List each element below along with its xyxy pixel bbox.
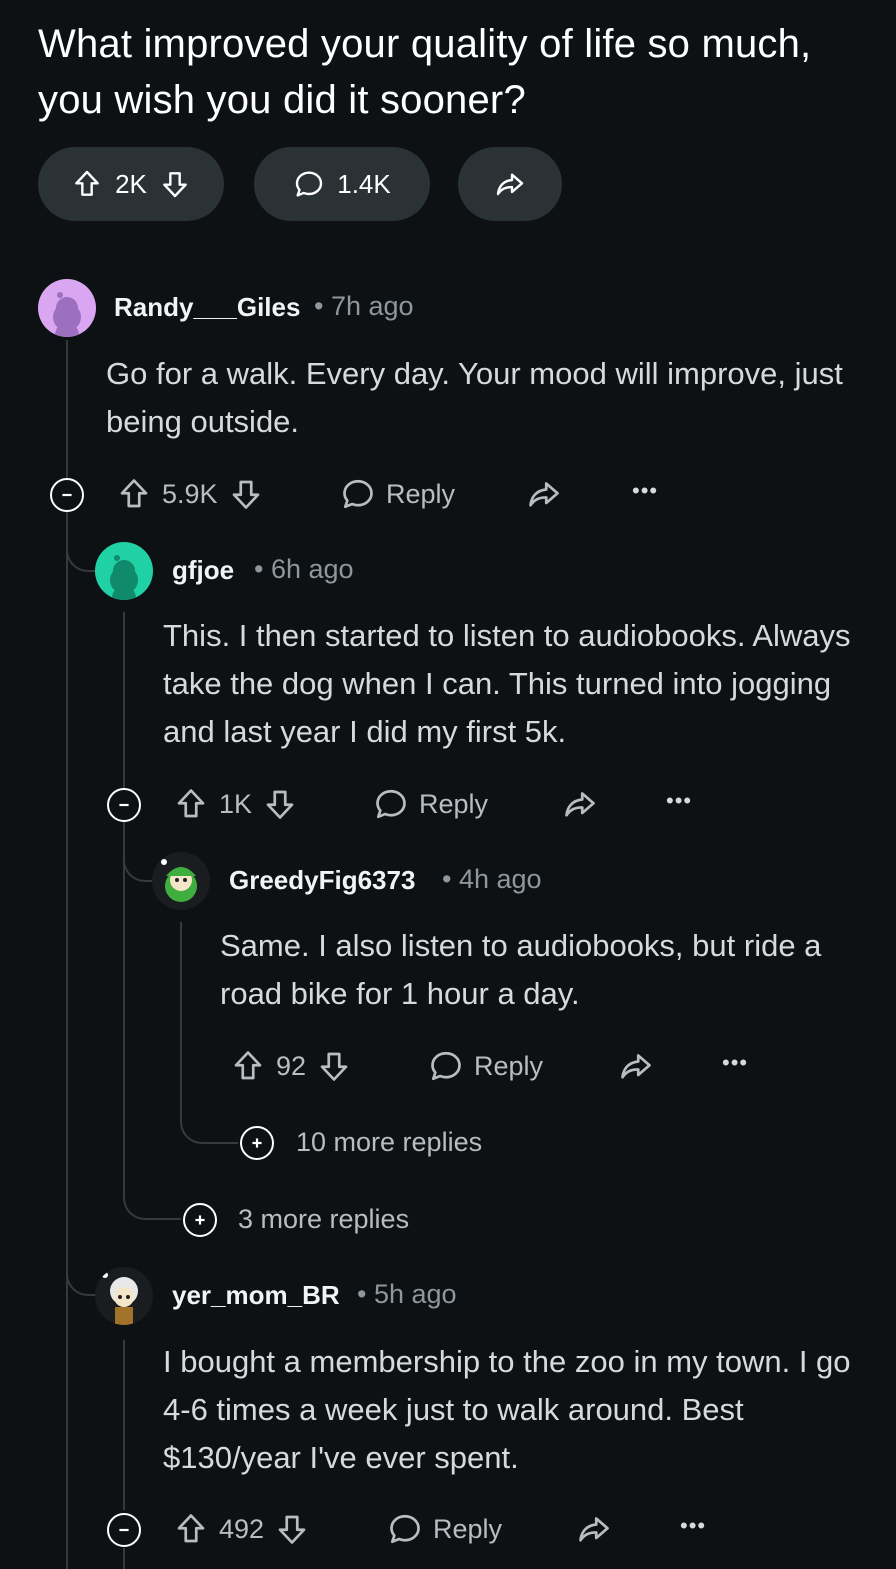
comment-icon [340, 476, 376, 512]
snoo-icon [53, 292, 81, 337]
comment-icon [373, 786, 409, 822]
reply-button[interactable]: Reply [373, 786, 488, 822]
plus-icon [246, 1132, 268, 1154]
snoo-avatar-icon [102, 1272, 138, 1325]
expand-replies-button[interactable] [240, 1126, 274, 1160]
share-button[interactable] [562, 786, 598, 822]
share-button[interactable] [526, 476, 562, 512]
comment-vote-group: 5.9K [116, 476, 264, 512]
more-replies-link[interactable]: 3 more replies [238, 1204, 409, 1235]
comment-vote-count: 5.9K [162, 478, 218, 509]
more-replies-link[interactable]: 10 more replies [296, 1127, 482, 1158]
thread-connector [123, 1160, 181, 1220]
reply-button[interactable]: Reply [428, 1048, 543, 1084]
share-icon [562, 786, 598, 822]
comment-body: Go for a walk. Every day. Your mood will… [106, 356, 843, 439]
avatar[interactable] [95, 1267, 153, 1325]
post-title: What improved your quality of life so mu… [38, 22, 812, 122]
comment-vote-count: 1K [219, 788, 253, 819]
share-button[interactable] [576, 1511, 612, 1547]
upvote-icon[interactable] [230, 1048, 266, 1084]
thread-line [123, 822, 125, 1192]
reply-button[interactable]: Reply [340, 476, 455, 512]
comment-body: Same. I also listen to audiobooks, but r… [220, 928, 822, 1011]
reply-label: Reply [433, 1513, 503, 1544]
upvote-icon[interactable] [173, 1511, 209, 1547]
downvote-icon[interactable] [316, 1048, 352, 1084]
share-icon [618, 1048, 654, 1084]
avatar[interactable] [95, 542, 153, 600]
thread-line [123, 1548, 125, 1569]
comment-body: This. I then started to listen to audiob… [163, 618, 851, 749]
minus-icon [56, 484, 78, 506]
thread-connector [123, 822, 153, 882]
share-icon [576, 1511, 612, 1547]
downvote-icon[interactable] [159, 168, 191, 200]
reply-button[interactable]: Reply [387, 1511, 502, 1547]
snoo-icon [110, 555, 138, 600]
reply-label: Reply [474, 1050, 544, 1081]
comment-icon [387, 1511, 423, 1547]
reply-label: Reply [386, 478, 456, 509]
post-vote-count: 2K [115, 168, 147, 199]
thread-line [66, 512, 68, 1569]
thread-connector [66, 512, 96, 572]
more-options-icon[interactable]: ••• [722, 1050, 748, 1076]
downvote-icon[interactable] [274, 1511, 310, 1547]
upvote-icon[interactable] [116, 476, 152, 512]
comment-author[interactable]: yer_mom_BR [172, 1280, 340, 1311]
collapse-thread-button[interactable] [50, 478, 84, 512]
comment-vote-count: 492 [219, 1513, 265, 1544]
more-options-icon[interactable]: ••• [680, 1513, 706, 1539]
collapse-thread-button[interactable] [107, 788, 141, 822]
expand-replies-button[interactable] [183, 1203, 217, 1237]
upvote-icon[interactable] [71, 168, 103, 200]
comment-vote-group: 1K [173, 786, 298, 822]
collapse-thread-button[interactable] [107, 1513, 141, 1547]
comment-body: I bought a membership to the zoo in my t… [163, 1344, 851, 1475]
thread-line [66, 340, 68, 480]
thread-connector [180, 1084, 238, 1144]
more-options-icon[interactable]: ••• [666, 788, 692, 814]
avatar[interactable] [152, 852, 210, 910]
downvote-icon[interactable] [228, 476, 264, 512]
thread-line [123, 612, 125, 788]
share-icon [526, 476, 562, 512]
share-button[interactable] [618, 1048, 654, 1084]
post-share-button[interactable] [458, 147, 562, 221]
comment-vote-group: 492 [173, 1511, 310, 1547]
upvote-icon[interactable] [173, 786, 209, 822]
avatar[interactable] [38, 279, 96, 337]
post-comment-count: 1.4K [337, 168, 391, 199]
comment-vote-count: 92 [276, 1050, 307, 1081]
share-icon [494, 168, 526, 200]
comment-author[interactable]: gfjoe [172, 555, 234, 586]
thread-line [123, 1340, 125, 1510]
thread-connector [66, 1220, 96, 1296]
post-vote-pill: 2K [38, 147, 224, 221]
plus-icon [189, 1209, 211, 1231]
minus-icon [113, 1519, 135, 1541]
comment-timestamp: • 4h ago [442, 864, 542, 894]
minus-icon [113, 794, 135, 816]
comment-timestamp: • 5h ago [357, 1279, 457, 1309]
comment-author[interactable]: Randy___Giles [114, 292, 300, 323]
reply-label: Reply [419, 788, 489, 819]
snoo-avatar-icon [161, 859, 197, 902]
comment-timestamp: • 7h ago [314, 291, 414, 321]
comment-icon [293, 168, 325, 200]
more-options-icon[interactable]: ••• [632, 478, 658, 504]
post-comments-button[interactable]: 1.4K [254, 147, 430, 221]
comment-timestamp: • 6h ago [254, 554, 354, 584]
downvote-icon[interactable] [262, 786, 298, 822]
comment-icon [428, 1048, 464, 1084]
comment-author[interactable]: GreedyFig6373 [229, 865, 415, 896]
comment-vote-group: 92 [230, 1048, 352, 1084]
